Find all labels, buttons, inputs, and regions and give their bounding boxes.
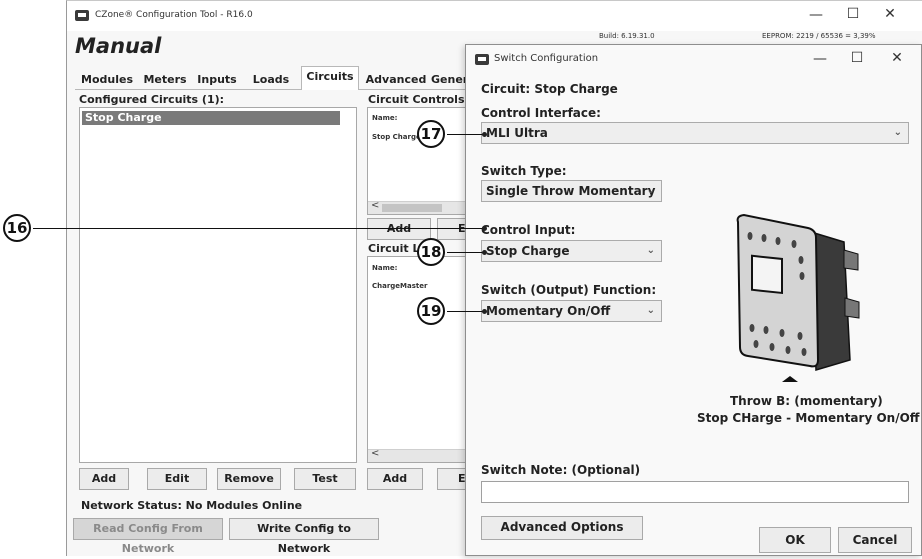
list-item[interactable]: Stop Charge (82, 111, 340, 125)
switch-type-value: Single Throw Momentary (486, 184, 656, 198)
chevron-down-icon: ⌄ (646, 185, 655, 196)
switch-function-label: Switch (Output) Function: (481, 283, 657, 297)
list-item[interactable]: Stop Charge (372, 133, 421, 141)
control-interface-label: Control Interface: (481, 106, 601, 120)
callout-18-line (447, 252, 485, 253)
write-config-button[interactable]: Write Config to Network (229, 518, 379, 555)
callout-17-dot (482, 132, 487, 137)
close-button[interactable]: ✕ (875, 6, 905, 22)
circuit-test-button[interactable]: Test (294, 468, 356, 490)
tab-circuits[interactable]: Circuits (301, 66, 359, 90)
maximize-button[interactable]: ☐ (838, 6, 868, 22)
horizontal-scrollbar[interactable]: < (368, 200, 476, 214)
callout-17-line (447, 134, 485, 135)
callout-16: 16 (3, 214, 31, 242)
mode-title: Manual (75, 34, 162, 58)
build-label: Build: 6.19.31.0 (599, 32, 655, 40)
dialog-minimize-button[interactable]: — (805, 51, 835, 67)
window-title: CZone® Configuration Tool - R16.0 (95, 10, 253, 20)
controls-name-header: Name: (372, 114, 398, 122)
callout-18-dot (482, 250, 487, 255)
callout-18: 18 (417, 238, 445, 266)
minimize-button[interactable]: — (801, 7, 831, 23)
cancel-button[interactable]: Cancel (838, 527, 912, 553)
circuit-add-button[interactable]: Add (79, 468, 129, 490)
scroll-left-icon[interactable]: < (371, 200, 379, 211)
scroll-left-icon[interactable]: < (371, 448, 379, 459)
switch-function-value: Momentary On/Off (486, 304, 611, 318)
dialog-title: Switch Configuration (494, 53, 599, 64)
throw-caption-2: Stop CHarge - Momentary On/Off (697, 411, 920, 425)
switch-note-input[interactable] (481, 481, 909, 503)
control-input-value: Stop Charge (486, 244, 570, 258)
switch-type-label: Switch Type: (481, 164, 567, 178)
main-titlebar: CZone® Configuration Tool - R16.0 Build:… (67, 1, 922, 40)
chevron-down-icon: ⌄ (646, 245, 655, 256)
switch-type-select[interactable]: Single Throw Momentary ⌄ (481, 180, 662, 202)
configured-circuits-label: Configured Circuits (1): (79, 93, 225, 106)
horizontal-scrollbar[interactable]: < (368, 448, 476, 462)
switch-function-select[interactable]: Momentary On/Off ⌄ (481, 300, 662, 322)
callout-16-dot (482, 226, 487, 231)
chevron-down-icon: ⌄ (893, 127, 902, 138)
scroll-thumb[interactable] (382, 204, 442, 212)
eeprom-label: EEPROM: 2219 / 65536 = 3,39% (762, 32, 876, 40)
chevron-down-icon: ⌄ (646, 305, 655, 316)
configured-circuits-list[interactable]: Stop Charge (79, 107, 357, 463)
callout-19: 19 (417, 297, 445, 325)
read-config-button[interactable]: Read Config From Network (73, 518, 223, 555)
tab-modules[interactable]: Modules (77, 70, 137, 90)
network-status: Network Status: No Modules Online (81, 499, 303, 512)
control-input-select[interactable]: Stop Charge ⌄ (481, 240, 662, 262)
loads-name-header: Name: (372, 264, 398, 272)
control-input-label: Control Input: (481, 223, 576, 237)
control-interface-select[interactable]: MLI Ultra ⌄ (481, 122, 909, 144)
switch-note-label: Switch Note: (Optional) (481, 463, 641, 477)
tab-inputs[interactable]: Inputs (193, 70, 241, 90)
callout-16-line (33, 228, 485, 229)
ok-button[interactable]: OK (759, 527, 831, 553)
callout-19-dot (482, 309, 487, 314)
rocker-switch-image (736, 213, 860, 382)
loads-add-button[interactable]: Add (367, 468, 423, 490)
app-icon (75, 10, 89, 21)
dialog-maximize-button[interactable]: ☐ (842, 50, 872, 66)
tab-advanced[interactable]: Advanced (363, 70, 429, 90)
switch-config-dialog: Switch Configuration — ☐ ✕ Circuit: Stop… (465, 44, 922, 556)
dialog-icon (475, 54, 489, 65)
callout-19-line (447, 311, 485, 312)
control-interface-value: MLI Ultra (486, 126, 548, 140)
circuit-remove-button[interactable]: Remove (217, 468, 281, 490)
throw-caption-1: Throw B: (momentary) (730, 394, 883, 408)
circuit-edit-button[interactable]: Edit (147, 468, 207, 490)
advanced-options-button[interactable]: Advanced Options (481, 516, 643, 540)
circuit-heading: Circuit: Stop Charge (481, 82, 618, 96)
controls-add-button[interactable]: Add (367, 218, 431, 240)
dialog-close-button[interactable]: ✕ (882, 50, 912, 66)
tab-meters[interactable]: Meters (139, 70, 191, 90)
tab-loads[interactable]: Loads (243, 70, 299, 90)
circuit-loads-list[interactable]: Name: ChargeMaster < (367, 256, 477, 463)
callout-17: 17 (417, 120, 445, 148)
list-item[interactable]: ChargeMaster (372, 282, 427, 290)
